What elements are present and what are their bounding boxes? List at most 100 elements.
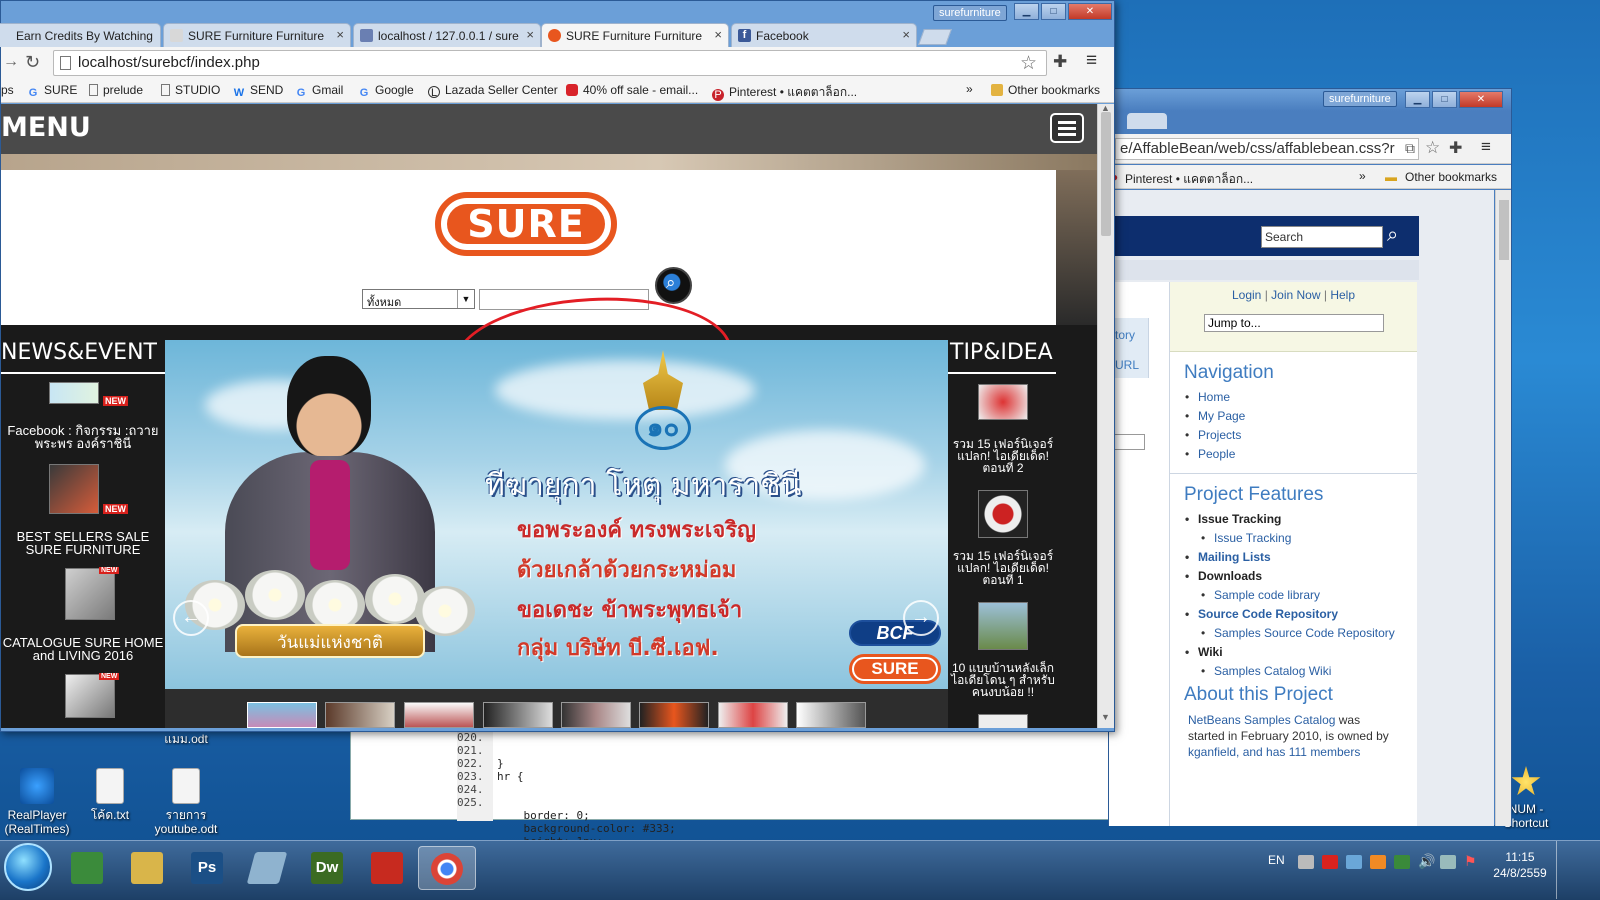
tip-thumbnail[interactable] — [978, 384, 1028, 420]
bookmark-sale-email[interactable]: 40% off sale - email... — [566, 83, 698, 97]
tray-flag-icon[interactable]: ⚑ — [1464, 853, 1477, 870]
slide-thumb[interactable] — [483, 702, 553, 728]
tab-sure-furniture-1[interactable]: SURE Furniture Furniture × — [163, 23, 351, 47]
tab-facebook[interactable]: f Facebook × — [731, 23, 917, 47]
forward-icon[interactable]: → — [3, 53, 19, 71]
slide-prev-button[interactable]: ← — [173, 600, 209, 636]
profile-badge[interactable]: surefurniture — [1323, 91, 1397, 107]
menu-title[interactable]: MENU — [1, 112, 91, 143]
desktop-icon-realplayer[interactable]: RealPlayer (RealTimes) — [0, 768, 77, 836]
main-browser-window[interactable]: surefurniture ▁ □ ✕ Earn Credits By Watc… — [0, 0, 1115, 732]
join-link[interactable]: Join Now — [1271, 288, 1320, 302]
bookmark-pinterest[interactable]: Pinterest • แคตตาล็อก... — [1125, 170, 1253, 189]
close-button[interactable]: ✕ — [1068, 3, 1112, 20]
omnibox[interactable]: localhost/surebcf/index.php ☆ — [53, 50, 1047, 76]
help-link[interactable]: Help — [1330, 288, 1355, 302]
bookmark-sure[interactable]: G SURE — [27, 83, 78, 99]
slide-thumb[interactable] — [718, 702, 788, 728]
desktop-icon-odt-partial[interactable]: แมม.odt — [146, 732, 226, 746]
desktop-icon-code-txt[interactable]: โค้ด.txt — [70, 768, 150, 822]
close-tab-icon[interactable]: × — [336, 27, 344, 42]
news-item-best-sellers[interactable]: BEST SELLERS SALE SURE FURNITURE — [1, 530, 165, 556]
feature-samples-source-code[interactable]: Samples Source Code Repository — [1201, 626, 1417, 640]
search-icon[interactable]: ⌕ — [1387, 224, 1398, 247]
language-indicator[interactable]: EN — [1268, 853, 1285, 867]
tip-thumbnail[interactable] — [978, 714, 1028, 728]
start-button[interactable] — [4, 843, 52, 891]
tray-nvidia-icon[interactable] — [1394, 855, 1410, 869]
tray-chat-icon[interactable] — [1298, 855, 1314, 869]
tab-phpmyadmin[interactable]: localhost / 127.0.0.1 / sure × — [353, 23, 541, 47]
menu-icon[interactable]: ≡ — [1481, 137, 1491, 157]
bookmark-send[interactable]: W SEND — [233, 83, 284, 99]
slide-thumb[interactable] — [325, 702, 395, 728]
tip-thumbnail[interactable] — [978, 490, 1028, 538]
bookmark-other[interactable]: Other bookmarks — [1405, 170, 1497, 184]
scroll-down-icon[interactable]: ▼ — [1101, 712, 1110, 722]
slide-thumb[interactable] — [247, 702, 317, 728]
reload-icon[interactable]: ↻ — [25, 52, 40, 73]
category-select[interactable]: ทั้งหมด ▼ — [362, 289, 475, 309]
scrollbar-thumb[interactable] — [1101, 112, 1111, 236]
tip-item-1[interactable]: รวม 15 เฟอร์นิเจอร์ แปลก! ไอเดียเด็ด! ตอ… — [948, 438, 1058, 474]
bookmark-lazada[interactable]: L Lazada Seller Center — [428, 83, 558, 99]
tray-app-icon[interactable] — [1370, 855, 1386, 869]
show-desktop-button[interactable] — [1556, 841, 1566, 899]
tip-item-2[interactable]: รวม 15 เฟอร์นิเจอร์ แปลก! ไอเดียเด็ด! ตอ… — [948, 550, 1058, 586]
star-icon[interactable]: ☆ — [1425, 138, 1440, 158]
desktop-icon-youtube-odt[interactable]: รายการ youtube.odt — [146, 768, 226, 836]
close-button[interactable]: ✕ — [1459, 91, 1503, 108]
slide-thumb[interactable] — [561, 702, 631, 728]
extension-icon[interactable]: ✚ — [1449, 138, 1462, 158]
close-tab-icon[interactable]: × — [902, 27, 910, 42]
bookmark-gmail[interactable]: G Gmail — [295, 83, 344, 99]
bookmark-apps[interactable]: ps — [1, 83, 14, 97]
taskbar-app-3[interactable]: Ps — [178, 846, 236, 890]
search-button[interactable]: ⌕ — [655, 267, 692, 304]
slide-next-button[interactable]: → — [903, 600, 939, 636]
profile-badge[interactable]: surefurniture — [933, 5, 1007, 21]
feature-samples-catalog-wiki[interactable]: Samples Catalog Wiki — [1201, 664, 1417, 678]
taskbar-app-6[interactable] — [358, 846, 416, 890]
search-input[interactable]: Search — [1261, 226, 1383, 248]
extension-icon[interactable]: ✚ — [1053, 52, 1067, 72]
bookmark-google[interactable]: G Google — [358, 83, 414, 99]
feature-issue-tracking-link[interactable]: Issue Tracking — [1201, 531, 1417, 545]
news-thumbnail[interactable] — [65, 674, 115, 718]
hero-slideshow[interactable]: วันแม่แห่งชาติ ๑๐ ทีฆายุกา โหตุ มหาราชิน… — [165, 340, 948, 689]
chrome-menu-icon[interactable]: ≡ — [1086, 50, 1097, 72]
taskbar-app-1[interactable] — [58, 846, 116, 890]
hamburger-menu-button[interactable] — [1050, 113, 1084, 143]
page-scrollbar[interactable]: ▲ ▼ — [1097, 103, 1114, 728]
slide-thumb[interactable] — [404, 702, 474, 728]
minimize-button[interactable]: ▁ — [1405, 91, 1430, 108]
maximize-button[interactable]: □ — [1041, 3, 1066, 20]
translate-icon[interactable]: ⧉ — [1405, 140, 1415, 157]
new-tab-button[interactable] — [918, 29, 952, 45]
page-info-icon[interactable] — [60, 56, 71, 70]
taskbar-app-2[interactable] — [118, 846, 176, 890]
tip-item-3[interactable]: 10 แบบบ้านหลังเล็ก ไอเดียโดน ๆ สำหรับ คน… — [948, 662, 1058, 698]
tray-monitor-icon[interactable] — [1440, 855, 1456, 869]
about-link[interactable]: NetBeans Samples Catalog — [1188, 713, 1335, 727]
news-thumbnail[interactable] — [65, 568, 115, 620]
taskbar-app-chrome[interactable] — [418, 846, 476, 890]
tray-b-icon[interactable] — [1322, 855, 1338, 869]
nav-people[interactable]: People — [1185, 447, 1417, 461]
bookmark-prelude[interactable]: prelude — [89, 83, 143, 97]
news-thumbnail[interactable] — [49, 464, 99, 514]
volume-icon[interactable]: 🔊 — [1418, 853, 1435, 870]
left-fragment-1[interactable]: tory — [1115, 328, 1135, 342]
scrollbar[interactable] — [1495, 190, 1511, 826]
sure-logo[interactable]: SURE — [435, 192, 617, 256]
bookmarks-overflow[interactable]: » — [1359, 169, 1366, 183]
tab-earn-credits[interactable]: Earn Credits By Watching — [0, 23, 161, 47]
scrollbar-thumb[interactable] — [1499, 200, 1509, 260]
bookmark-studio[interactable]: STUDIO — [161, 83, 220, 97]
news-thumbnail[interactable] — [49, 382, 99, 404]
login-link[interactable]: Login — [1232, 288, 1261, 302]
left-fragment-2[interactable]: URL — [1115, 358, 1139, 372]
star-icon[interactable]: ☆ — [1020, 52, 1037, 75]
feature-source-code-repository[interactable]: Source Code Repository — [1185, 607, 1417, 621]
slide-thumb[interactable] — [639, 702, 709, 728]
